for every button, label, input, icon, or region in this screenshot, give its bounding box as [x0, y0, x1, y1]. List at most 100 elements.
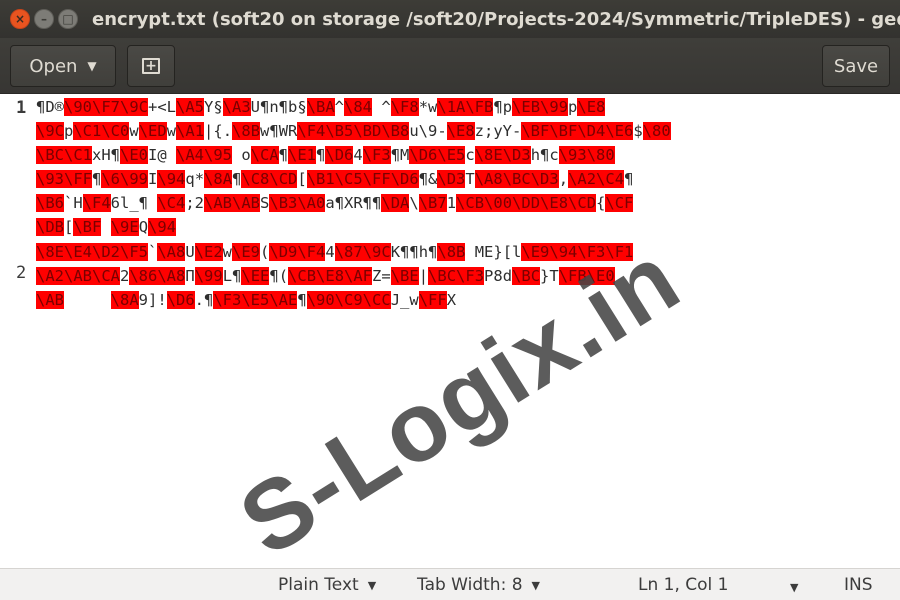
plain-text: c — [465, 146, 475, 164]
escaped-byte: \BF — [73, 218, 102, 236]
plain-text: Y§ — [204, 98, 223, 116]
cursor-position: Ln 1, Col 1 — [638, 575, 729, 595]
language-selector[interactable]: Plain Text ▼ — [278, 575, 376, 595]
escaped-byte: \D6 — [325, 146, 354, 164]
plain-text: { — [596, 194, 606, 212]
tab-width-selector[interactable]: Tab Width: 8 ▼ — [417, 575, 540, 595]
plain-text: 9]! — [138, 291, 167, 309]
escaped-byte: \EE — [241, 267, 270, 285]
escaped-byte: \F4 — [82, 194, 111, 212]
plain-text: П — [185, 267, 195, 285]
editor-visual-line[interactable]: \B6`H\F46l_¶ \C4;2\AB\ABS\B3\A0a¶XR¶¶\DA… — [36, 191, 888, 215]
plain-text: `H — [64, 194, 83, 212]
tab-width-label: Tab Width: 8 — [417, 575, 523, 595]
escaped-byte: \E8 — [446, 122, 475, 140]
plain-text: q* — [185, 170, 205, 188]
open-button[interactable]: Open ▼ — [10, 45, 116, 87]
plain-text: [ — [297, 170, 307, 188]
plain-text: $ — [633, 122, 643, 140]
document-content[interactable]: ¶D®\90\F7\9C+<L\A5Y§\A3U¶n¶b§\BA^\84 ^\F… — [36, 95, 888, 312]
escaped-byte: \F8 — [390, 98, 419, 116]
escaped-byte: \A2\C4 — [568, 170, 625, 188]
plain-text: 6l_¶ — [110, 194, 158, 212]
escaped-byte: \B1\C5\FF\D6 — [306, 170, 419, 188]
plain-text: Z= — [372, 267, 391, 285]
maximize-icon[interactable]: □ — [58, 9, 78, 29]
escaped-byte: \A1 — [176, 122, 205, 140]
title-bar: × – □ encrypt.txt (soft20 on storage /so… — [0, 0, 900, 38]
escaped-byte: \F4\B5\BD\B8 — [297, 122, 410, 140]
escaped-byte: \93\FF — [36, 170, 92, 188]
plain-text: ( — [260, 243, 270, 261]
plain-text: w — [166, 122, 177, 140]
plain-text: T — [465, 170, 475, 188]
escaped-byte: \A2\AB\CA — [36, 267, 120, 285]
escaped-byte: \9C — [36, 122, 64, 140]
editor-visual-line[interactable]: \BC\C1xH¶\E0I@ \A4\95 o\CA¶\E1¶\D64\F3¶M… — [36, 143, 888, 167]
escaped-byte: \94 — [157, 170, 186, 188]
plain-text: ¶ — [316, 146, 326, 164]
plain-text: ¶ — [232, 170, 242, 188]
escaped-byte: \84 — [344, 98, 373, 116]
plain-text — [101, 218, 110, 236]
editor-visual-line[interactable]: ¶D®\90\F7\9C+<L\A5Y§\A3U¶n¶b§\BA^\84 ^\F… — [36, 95, 888, 119]
line-number: 1 — [16, 98, 27, 118]
plain-text: ;2 — [185, 194, 205, 212]
escaped-byte: \BC\F3 — [428, 267, 485, 285]
escaped-byte: \A8\BC\D3 — [474, 170, 559, 188]
status-bar: Plain Text ▼ Tab Width: 8 ▼ Ln 1, Col 1 … — [0, 568, 900, 600]
escaped-byte: \1A\FB — [437, 98, 494, 116]
editor-visual-line[interactable]: \DB[\BF \9EQ\94 — [36, 215, 888, 239]
plain-text: }T — [540, 267, 559, 285]
plain-text: o — [232, 146, 251, 164]
chevron-down-icon: ▼ — [531, 578, 540, 592]
escaped-byte: \D3 — [437, 170, 466, 188]
close-icon[interactable]: × — [10, 9, 30, 29]
save-button[interactable]: Save — [822, 45, 890, 87]
plain-text: ¶ — [297, 291, 307, 309]
line-number: 2 — [16, 263, 27, 283]
editor-visual-line[interactable]: \9Cp\C1\C0w\EDw\A1|{.\8Bw¶WR\F4\B5\BD\B8… — [36, 119, 888, 143]
chevron-down-icon: ▼ — [87, 59, 97, 73]
escaped-byte: \AB — [36, 291, 64, 309]
editor-visual-line[interactable]: \AB \8A9]!\D6.¶\F3\E5\AE¶\90\C9\CCJ_w\FF… — [36, 288, 888, 312]
editor-visual-line[interactable]: \A2\AB\CA2\86\A8П\99L¶\EE¶(\CB\E8\AFZ=\B… — [36, 264, 888, 288]
escaped-byte: \CB\00\DD\E8\CD — [456, 194, 597, 212]
open-label: Open — [29, 55, 78, 77]
plain-text: K¶¶h¶ — [390, 243, 438, 261]
plain-text: U — [185, 243, 195, 261]
escaped-byte: \C1\C0 — [73, 122, 130, 140]
plain-text: w — [222, 243, 233, 261]
editor-visual-line[interactable]: \93\FF¶\6\99I\94q*\8A¶\C8\CD[\B1\C5\FF\D… — [36, 167, 888, 191]
escaped-byte: \8B — [437, 243, 466, 261]
escaped-byte: \9E — [110, 218, 139, 236]
escaped-byte: \BA — [306, 98, 335, 116]
plain-text — [64, 291, 111, 309]
plain-text: I@ — [148, 146, 176, 164]
text-editor[interactable]: 1 2 ¶D®\90\F7\9C+<L\A5Y§\A3U¶n¶b§\BA^\84… — [0, 95, 900, 568]
plain-text: a¶XR¶¶ — [325, 194, 382, 212]
plain-text: w — [129, 122, 139, 140]
plain-text: w¶WR — [260, 122, 298, 140]
escaped-byte: \CA — [250, 146, 279, 164]
editor-visual-line[interactable]: \8E\E4\D2\F5`\A8U\E2w\E9(\D9\F44\87\9CK¶… — [36, 240, 888, 264]
plain-text: ¶& — [418, 170, 438, 188]
new-tab-button[interactable]: + — [127, 45, 175, 87]
chevron-down-icon[interactable]: ▼ — [790, 581, 798, 594]
escaped-byte: \CF — [605, 194, 634, 212]
save-label: Save — [833, 55, 879, 77]
escaped-byte: \DA — [381, 194, 410, 212]
escaped-byte: \A3 — [222, 98, 251, 116]
escaped-byte: \8E\D3 — [474, 146, 531, 164]
plain-text: xH¶ — [92, 146, 120, 164]
escaped-byte: \AB\AB — [204, 194, 261, 212]
escaped-byte: \A5 — [176, 98, 204, 116]
plain-text: 4 — [353, 146, 363, 164]
plain-text: ^ — [372, 98, 391, 116]
insert-mode-indicator[interactable]: INS — [844, 575, 873, 595]
plain-text: [ — [64, 218, 74, 236]
plain-text: ¶M — [390, 146, 410, 164]
plain-text: 2 — [120, 267, 130, 285]
minimize-icon[interactable]: – — [34, 9, 54, 29]
escaped-byte: \E9 — [232, 243, 261, 261]
